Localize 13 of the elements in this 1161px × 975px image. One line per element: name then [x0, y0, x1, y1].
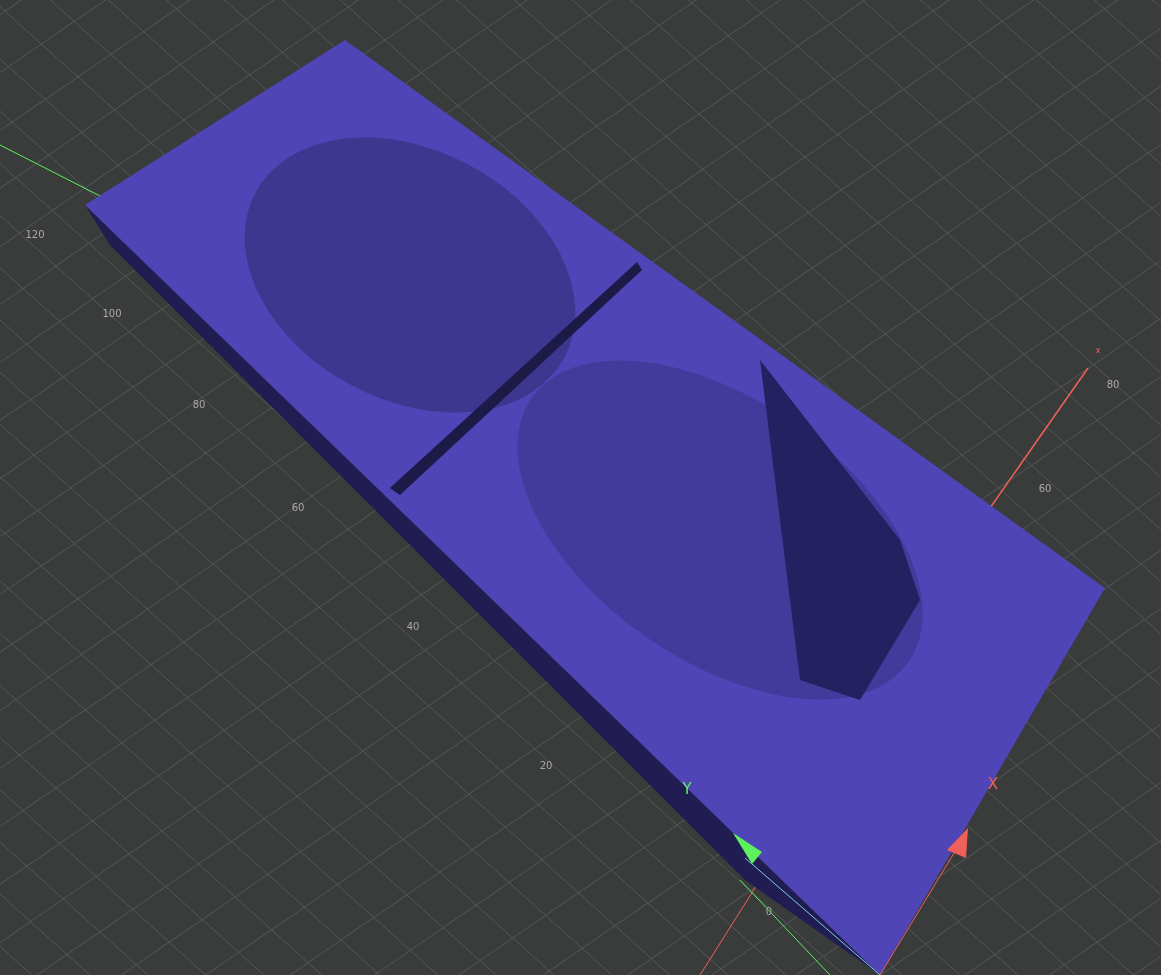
grid-label: 60 [1038, 483, 1052, 494]
grid-label: 100 [102, 308, 122, 319]
grid-label: 80 [192, 399, 206, 410]
y-axis-arrow-icon[interactable] [733, 833, 762, 864]
grid-label: 40 [406, 621, 420, 632]
grid-label: 20 [539, 760, 553, 771]
x-axis-arrow-icon[interactable] [947, 828, 968, 858]
axis-end-label: x [1095, 346, 1101, 355]
axis-label: X [987, 775, 999, 793]
grid-label: 80 [1106, 379, 1120, 390]
grid-label: 120 [25, 229, 45, 240]
axis-label: Y [682, 780, 692, 798]
grid-label: 60 [291, 502, 305, 513]
